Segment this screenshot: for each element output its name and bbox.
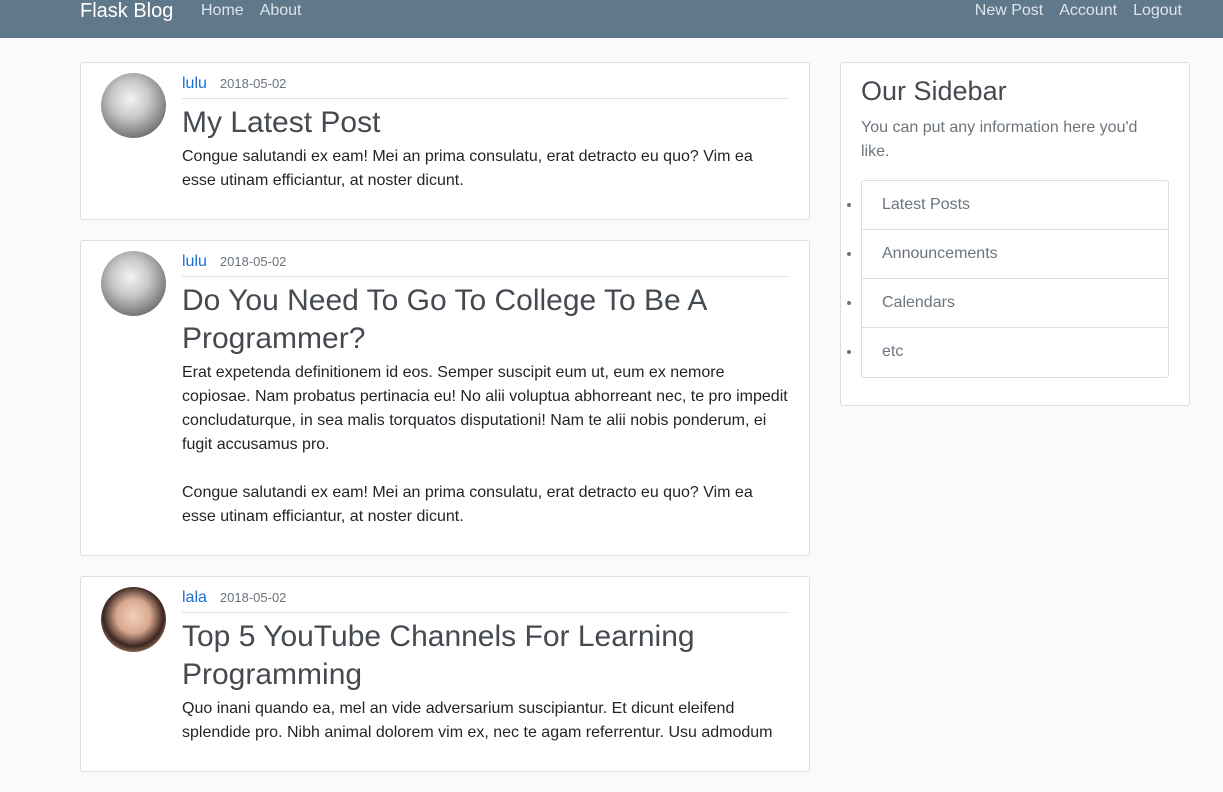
sidebar-column: Our Sidebar You can put any information … — [840, 62, 1190, 406]
author-link[interactable]: lulu — [182, 75, 207, 93]
post-meta: lulu 2018-05-02 — [182, 75, 789, 99]
sidebar-title: Our Sidebar — [861, 76, 1007, 106]
post-meta: lala 2018-05-02 — [182, 589, 789, 613]
post-title-link[interactable]: My Latest Post — [182, 104, 789, 142]
post-date: 2018-05-02 — [219, 76, 287, 91]
sidebar-item-latest-posts[interactable]: Latest Posts — [862, 181, 1168, 230]
post-card: lulu 2018-05-02 Do You Need To Go To Col… — [80, 240, 810, 556]
brand-link[interactable]: Flask Blog — [80, 0, 173, 24]
author-avatar — [101, 73, 166, 138]
nav-about-link[interactable]: About — [260, 0, 302, 22]
post-paragraph: Congue salutandi ex eam! Mei an prima co… — [182, 484, 753, 525]
post-card: lala 2018-05-02 Top 5 YouTube Channels F… — [80, 576, 810, 772]
author-avatar — [101, 587, 166, 652]
author-link[interactable]: lala — [182, 589, 207, 607]
post-date: 2018-05-02 — [219, 590, 287, 605]
nav-home-link[interactable]: Home — [201, 0, 244, 22]
post-date: 2018-05-02 — [219, 254, 287, 269]
post-paragraph: Quo inani quando ea, mel an vide adversa… — [182, 700, 773, 741]
nav-account-link[interactable]: Account — [1059, 0, 1117, 22]
posts-column: lulu 2018-05-02 My Latest Post Congue sa… — [80, 62, 810, 792]
post-meta: lulu 2018-05-02 — [182, 253, 789, 277]
top-navbar: Flask Blog Home About New Post Account L… — [0, 0, 1223, 38]
post-content: Erat expetenda definitionem id eos. Semp… — [182, 361, 789, 529]
post-title-link[interactable]: Do You Need To Go To College To Be A Pro… — [182, 282, 789, 358]
post-card: lulu 2018-05-02 My Latest Post Congue sa… — [80, 62, 810, 220]
nav-right: New Post Account Logout — [975, 0, 1182, 22]
sidebar-list: Latest Posts Announcements Calendars etc — [861, 180, 1169, 378]
post-content: Congue salutandi ex eam! Mei an prima co… — [182, 145, 789, 193]
author-avatar — [101, 251, 166, 316]
post-paragraph: Congue salutandi ex eam! Mei an prima co… — [182, 148, 753, 189]
nav-left: Home About — [201, 0, 318, 22]
sidebar-card: Our Sidebar You can put any information … — [840, 62, 1190, 406]
sidebar-item-announcements[interactable]: Announcements — [862, 230, 1168, 279]
nav-logout-link[interactable]: Logout — [1133, 0, 1182, 22]
post-title-link[interactable]: Top 5 YouTube Channels For Learning Prog… — [182, 618, 789, 694]
sidebar-description: You can put any information here you'd l… — [861, 119, 1138, 160]
post-content: Quo inani quando ea, mel an vide adversa… — [182, 697, 789, 745]
sidebar-item-etc[interactable]: etc — [862, 328, 1168, 377]
nav-new-post-link[interactable]: New Post — [975, 0, 1043, 22]
post-paragraph: Erat expetenda definitionem id eos. Semp… — [182, 364, 788, 453]
sidebar-item-calendars[interactable]: Calendars — [862, 279, 1168, 328]
author-link[interactable]: lulu — [182, 253, 207, 271]
